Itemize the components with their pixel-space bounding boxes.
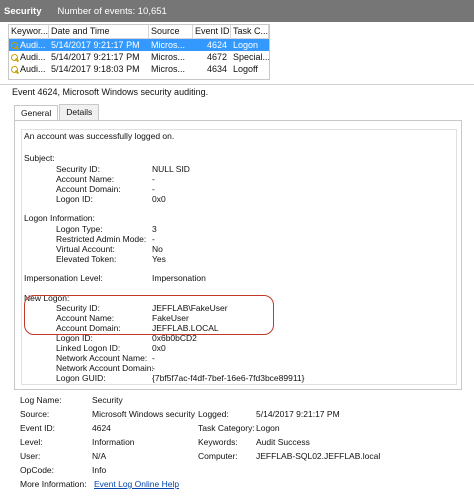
logon-guid-label: Logon GUID: [56,373,106,383]
row-event-id: 4634 [206,64,227,74]
event-row[interactable]: Audi... 5/14/2017 9:21:17 PM Micros... 4… [9,39,269,51]
window-titlebar: Security Number of events: 10,651 [0,0,474,22]
restricted-admin-label: Restricted Admin Mode: [56,234,147,244]
network-account-domain-label: Network Account Domain: [56,363,154,373]
pane-divider[interactable] [0,84,474,85]
user-label: User: [20,451,41,461]
event-header: Event 4624, Microsoft Windows security a… [12,87,209,97]
computer-label: Computer: [198,451,238,461]
row-date: 5/14/2017 9:21:17 PM [51,40,140,50]
restricted-admin-value: - [152,234,155,244]
tab-general[interactable]: General [14,105,59,121]
logged-label: Logged: [198,409,229,419]
subject-account-name-label: Account Name: [56,174,115,184]
logon-type-label: Logon Type: [56,224,103,234]
event-row[interactable]: Audi... 5/14/2017 9:21:17 PM Micros... 4… [9,51,269,63]
detail-tabs: General Details [14,104,100,121]
more-information-label: More Information: [20,479,87,489]
highlight-annotation [24,295,274,335]
subject-security-id-value: NULL SID [152,164,190,174]
elevated-token-value: Yes [152,254,166,264]
row-task: Special... [233,52,269,62]
tab-details[interactable]: Details [59,104,100,120]
linked-logon-id-label: Linked Logon ID: [56,343,121,353]
network-account-domain-value: - [152,363,155,373]
row-keyword: Audi... [20,52,46,62]
subject-account-domain-value: - [152,184,155,194]
network-account-name-value: - [152,353,155,363]
log-name-value: Security [92,395,123,405]
row-date: 5/14/2017 9:18:03 PM [51,64,140,74]
user-value: N/A [92,451,107,461]
row-task: Logon [233,40,259,50]
event-log-online-help-link[interactable]: Event Log Online Help [94,479,179,489]
column-date-time[interactable]: Date and Time [49,25,149,38]
logon-guid-value: {7bf5f7ac-f4df-7bef-16e6-7fd3bce89911} [152,373,305,383]
description-intro: An account was successfully logged on. [24,131,175,141]
events-grid[interactable]: Keywor... Date and Time Source Event ID … [8,24,270,80]
row-keyword: Audi... [20,64,46,74]
row-task: Logoff [233,64,258,74]
key-icon [11,66,18,73]
elevated-token-label: Elevated Token: [56,254,117,264]
row-source: Micros... [151,64,186,74]
network-account-name-label: Network Account Name: [56,353,148,363]
source-label: Source: [20,409,50,419]
impersonation-level-value: Impersonation [152,273,206,283]
subject-logon-id-value: 0x0 [152,194,166,204]
event-count: Number of events: 10,651 [57,5,167,17]
column-source[interactable]: Source [149,25,193,38]
event-row[interactable]: Audi... 5/14/2017 9:18:03 PM Micros... 4… [9,63,269,75]
logged-value: 5/14/2017 9:21:17 PM [256,409,340,419]
computer-value: JEFFLAB-SQL02.JEFFLAB.local [256,451,381,461]
task-category-label: Task Category: [198,423,255,433]
level-value: Information [92,437,135,447]
level-label: Level: [20,437,43,447]
virtual-account-value: No [152,244,163,254]
column-keywords[interactable]: Keywor... [9,25,49,38]
source-value: Microsoft Windows security [92,409,195,419]
row-keyword: Audi... [20,40,46,50]
task-category-value: Logon [256,423,280,433]
subject-account-name-value: - [152,174,155,184]
subject-heading: Subject: [24,153,55,163]
log-title: Security [4,5,42,17]
subject-logon-id-label: Logon ID: [56,194,93,204]
opcode-label: OpCode: [20,465,55,475]
column-event-id[interactable]: Event ID [193,25,231,38]
impersonation-level-label: Impersonation Level: [24,273,103,283]
row-source: Micros... [151,52,186,62]
keywords-label: Keywords: [198,437,238,447]
opcode-value: Info [92,465,107,475]
row-event-id: 4672 [206,52,227,62]
column-task-category[interactable]: Task C... [231,25,269,38]
grid-header: Keywor... Date and Time Source Event ID … [9,25,269,39]
row-source: Micros... [151,40,186,50]
linked-logon-id-value: 0x0 [152,343,166,353]
logon-type-value: 3 [152,224,157,234]
logon-info-heading: Logon Information: [24,213,95,223]
event-id-value: 4624 [92,423,111,433]
log-name-label: Log Name: [20,395,62,405]
virtual-account-label: Virtual Account: [56,244,115,254]
keywords-value: Audit Success [256,437,310,447]
subject-security-id-label: Security ID: [56,164,100,174]
event-id-label: Event ID: [20,423,55,433]
subject-account-domain-label: Account Domain: [56,184,121,194]
key-icon [11,54,18,61]
row-event-id: 4624 [206,40,227,50]
key-icon [11,42,18,49]
row-date: 5/14/2017 9:21:17 PM [51,52,140,62]
